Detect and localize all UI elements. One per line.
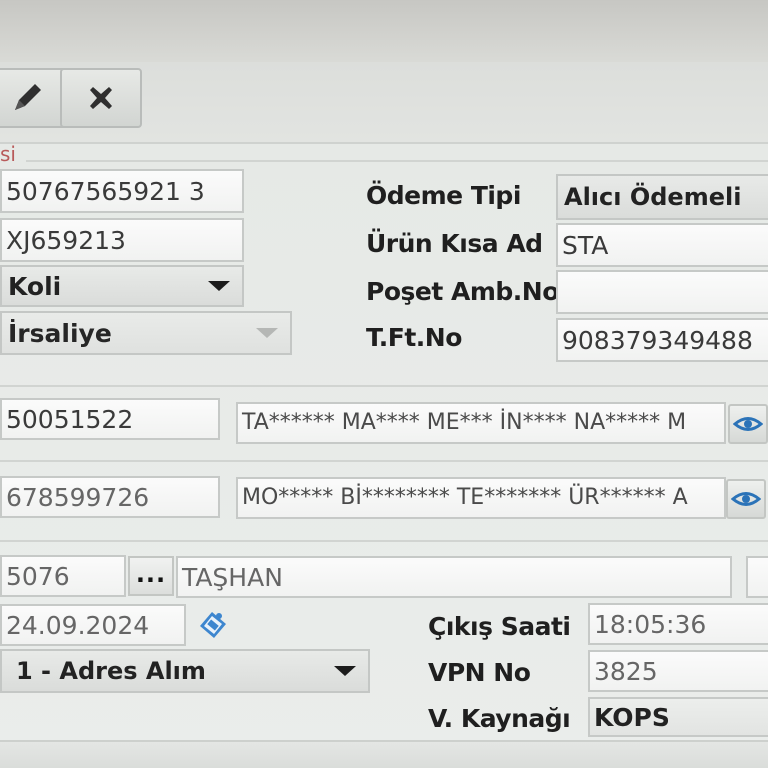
document-select-value: İrsaliye [8,318,112,348]
vpn-label: VPN No [428,658,531,687]
group-divider [0,460,768,462]
receiver-id-field[interactable]: 678599726 [0,476,220,518]
branch-lookup-button[interactable]: ... [128,556,174,596]
section-label: si [0,142,16,166]
show-sender-button[interactable] [728,404,768,444]
chevron-down-icon [208,281,230,291]
bag-number-label: Poşet Amb.No [366,277,559,306]
tft-number-field[interactable]: 908379349488 [556,318,768,362]
collection-type-select[interactable]: 1 - Adres Alım [0,649,370,693]
branch-extra-field [746,556,768,598]
product-short-label: Ürün Kısa Ad [366,229,543,258]
title-band [0,0,768,62]
sender-id-field[interactable]: 50051522 [0,398,220,440]
product-short-field[interactable]: STA [556,223,768,267]
code-field[interactable]: XJ659213 [0,218,244,262]
group-divider [0,385,768,387]
type-select[interactable]: Koli [0,265,244,307]
payment-type-value: Alıcı Ödemeli [564,183,742,211]
group-divider [0,540,768,542]
payment-type-label: Ödeme Tipi [366,181,521,210]
source-label: V. Kaynağı [428,704,571,733]
exit-time-field[interactable]: 18:05:36 [588,603,768,645]
bag-number-field[interactable] [556,270,768,314]
collection-type-value: 1 - Adres Alım [16,657,206,685]
source-field: KOPS [588,697,768,737]
document-select[interactable]: İrsaliye [0,311,292,355]
receiver-name-field: MO***** Bİ******** TE******* ÜR****** A [236,477,726,519]
exit-time-label: Çıkış Saati [428,612,571,641]
chevron-down-icon [334,666,356,676]
tft-number-label: T.Ft.No [366,323,462,352]
show-receiver-button[interactable] [726,479,766,519]
calendar-button[interactable] [192,604,234,646]
barcode-field[interactable]: 50767565921 3 [0,169,244,213]
vpn-field[interactable]: 3825 [588,650,768,692]
form-window: si 50767565921 3 XJ659213 Koli İrsaliye … [0,0,768,768]
chevron-down-icon [256,328,278,338]
eye-icon [733,417,763,431]
group-divider [26,160,768,162]
calendar-icon [200,612,226,638]
edit-button[interactable] [0,68,68,128]
date-field[interactable]: 24.09.2024 [0,604,186,646]
delete-button[interactable] [60,68,142,128]
sender-name-field: TA****** MA**** ME*** İN**** NA***** M [236,402,726,444]
type-select-value: Koli [8,271,62,301]
bottom-panel [0,740,768,768]
branch-name-field: TAŞHAN [176,556,732,598]
close-icon [90,87,112,109]
eye-icon [731,492,761,506]
pencil-icon [15,84,41,110]
branch-code-field[interactable]: 5076 [0,555,126,597]
payment-type-select[interactable]: Alıcı Ödemeli [556,174,768,220]
